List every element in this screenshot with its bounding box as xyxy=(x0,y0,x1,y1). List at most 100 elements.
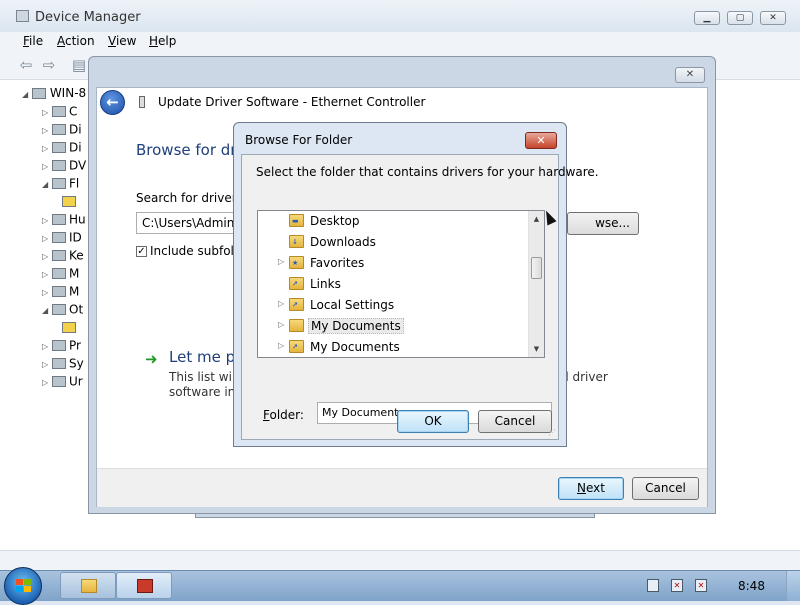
menu-help-label: elp xyxy=(158,34,177,48)
expand-icon: ▷ xyxy=(42,162,49,171)
resize-grip-icon[interactable]: ⋰ xyxy=(548,428,556,437)
scroll-down-icon[interactable]: ▼ xyxy=(529,341,544,357)
scrollbar-thumb[interactable] xyxy=(531,257,542,279)
tree-item[interactable]: ▷ Sy xyxy=(42,356,84,372)
folder-icon xyxy=(81,579,97,593)
folder-label: My Documents xyxy=(308,318,404,334)
folder-label: Favorites xyxy=(310,256,365,270)
folder-item-favorites[interactable]: ▷ ★ Favorites xyxy=(258,253,530,274)
expand-icon: ▷ xyxy=(42,342,49,351)
maximize-button[interactable]: ▢ xyxy=(727,11,753,25)
folder-tree-scrollbar[interactable]: ▲ ▼ xyxy=(528,211,544,357)
dialog-close-button[interactable]: ✕ xyxy=(525,132,557,149)
dialog-title: Browse For Folder xyxy=(245,133,353,147)
folder-item-local-settings[interactable]: ▷ ↗ Local Settings xyxy=(258,295,530,316)
properties-button[interactable]: ▤ xyxy=(70,57,88,73)
menu-view[interactable]: View xyxy=(108,34,136,48)
expand-icon: ▷ xyxy=(42,252,49,261)
minimize-icon: ▁ xyxy=(703,13,711,23)
device-icon xyxy=(52,214,66,225)
warning-device-icon xyxy=(62,322,76,333)
ok-button[interactable]: OK xyxy=(397,410,469,433)
taskbar-device-manager-button[interactable] xyxy=(116,572,172,599)
tree-item-label: Di xyxy=(69,140,82,155)
expand-icon: ▷ xyxy=(42,144,49,153)
dialog-cancel-button[interactable]: Cancel xyxy=(478,410,552,433)
tree-item[interactable]: ▷ Di xyxy=(42,140,82,156)
expand-icon[interactable]: ▷ xyxy=(278,320,284,329)
next-button[interactable]: Next xyxy=(558,477,624,500)
device-icon xyxy=(52,358,66,369)
folder-item-links[interactable]: ↗ Links xyxy=(258,274,530,295)
tree-item[interactable]: ▷ Pr xyxy=(42,338,81,354)
tree-item[interactable]: ◢ Fl xyxy=(42,176,79,192)
wizard-back-button[interactable]: ← xyxy=(100,90,125,115)
show-desktop-button[interactable] xyxy=(786,571,800,601)
device-tree: ◢ WIN-8 ▷ C ▷ Di ▷ Di ▷ DV ◢ Fl ▷ Hu ▷ ID ▷ Ke ▷… xyxy=(0,80,90,550)
folder-item-my-documents[interactable]: ▷ My Documents xyxy=(258,316,530,337)
menu-action[interactable]: Action xyxy=(57,34,95,48)
forward-button[interactable]: ⇨ xyxy=(40,57,58,73)
close-button[interactable]: ✕ xyxy=(760,11,786,25)
menu-file[interactable]: File xyxy=(23,34,43,48)
green-arrow-icon: ➜ xyxy=(145,350,158,368)
device-icon xyxy=(52,160,66,171)
folder-item-desktop[interactable]: ▬ Desktop xyxy=(258,211,530,232)
expand-icon: ▷ xyxy=(42,270,49,279)
expand-icon[interactable]: ▷ xyxy=(278,257,284,266)
device-manager-title: Device Manager xyxy=(35,10,141,25)
minimize-button[interactable]: ▁ xyxy=(694,11,720,25)
folder-tree[interactable]: ▬ Desktop ↓ Downloads ▷ ★ Favorites ↗ Li… xyxy=(257,210,545,358)
wizard-footer: Next Cancel xyxy=(97,468,707,507)
let-me-pick-link[interactable]: Let me pi xyxy=(169,348,239,366)
tree-root[interactable]: ◢ WIN-8 xyxy=(22,86,86,100)
expand-icon[interactable]: ▷ xyxy=(278,299,284,308)
back-button[interactable]: ⇦ xyxy=(17,57,35,73)
volume-muted-icon[interactable]: ✕ xyxy=(695,579,707,592)
folder-item-downloads[interactable]: ↓ Downloads xyxy=(258,232,530,253)
expand-icon: ▷ xyxy=(42,126,49,135)
action-center-icon[interactable] xyxy=(647,579,659,592)
wizard-bottom-edge xyxy=(195,514,595,518)
back-arrow-icon: ⇦ xyxy=(19,56,33,74)
tree-item[interactable]: ▷ ID xyxy=(42,230,82,246)
tree-item-label: Di xyxy=(69,122,82,137)
tree-item[interactable]: ◢ Ot xyxy=(42,302,83,318)
tree-item[interactable]: ▷ Hu xyxy=(42,212,86,228)
tree-item[interactable]: ▷ Ke xyxy=(42,248,84,264)
tree-item-label: Fl xyxy=(69,176,80,191)
tree-item[interactable]: ▷ Ur xyxy=(42,374,83,390)
device-icon xyxy=(52,142,66,153)
menu-action-accel: A xyxy=(57,34,65,48)
tree-item-label: M xyxy=(69,284,80,299)
start-button[interactable] xyxy=(4,567,42,605)
tree-item[interactable]: ▷ M xyxy=(42,284,79,300)
tree-item[interactable]: ▷ Di xyxy=(42,122,82,138)
menu-view-accel: V xyxy=(108,34,116,48)
expand-icon[interactable]: ▷ xyxy=(278,341,284,350)
network-disconnected-icon[interactable]: ✕ xyxy=(671,579,683,592)
tree-item[interactable] xyxy=(62,320,79,336)
wizard-cancel-button[interactable]: Cancel xyxy=(632,477,699,500)
folder-item-my-documents-shortcut[interactable]: ▷ ↗ My Documents xyxy=(258,337,530,357)
close-icon: ✕ xyxy=(769,13,777,23)
wizard-close-button[interactable]: ✕ xyxy=(675,67,705,83)
tree-item[interactable] xyxy=(62,194,79,210)
downloads-folder-icon: ↓ xyxy=(289,235,304,248)
forward-arrow-icon: ⇨ xyxy=(42,56,56,74)
menu-help[interactable]: Help xyxy=(149,34,176,48)
expand-icon: ▷ xyxy=(42,216,49,225)
device-manager-titlebar[interactable]: Device Manager ▁ ▢ ✕ xyxy=(0,0,800,32)
taskbar-explorer-button[interactable] xyxy=(60,572,116,599)
browse-button[interactable]: wse... xyxy=(567,212,639,235)
browse-for-folder-dialog: Browse For Folder ✕ Select the folder th… xyxy=(233,122,599,447)
tree-item[interactable]: ▷ C xyxy=(42,104,77,120)
include-subfolders-checkbox[interactable]: ✓ Include subfold xyxy=(136,244,242,258)
close-icon: ✕ xyxy=(685,69,695,80)
checkbox-checked-icon: ✓ xyxy=(136,246,147,257)
taskbar-clock[interactable]: 8:48 xyxy=(738,579,765,593)
tree-item[interactable]: ▷ M xyxy=(42,266,79,282)
tree-item[interactable]: ▷ DV xyxy=(42,158,86,174)
device-icon xyxy=(139,96,145,108)
tree-item-label: M xyxy=(69,266,80,281)
